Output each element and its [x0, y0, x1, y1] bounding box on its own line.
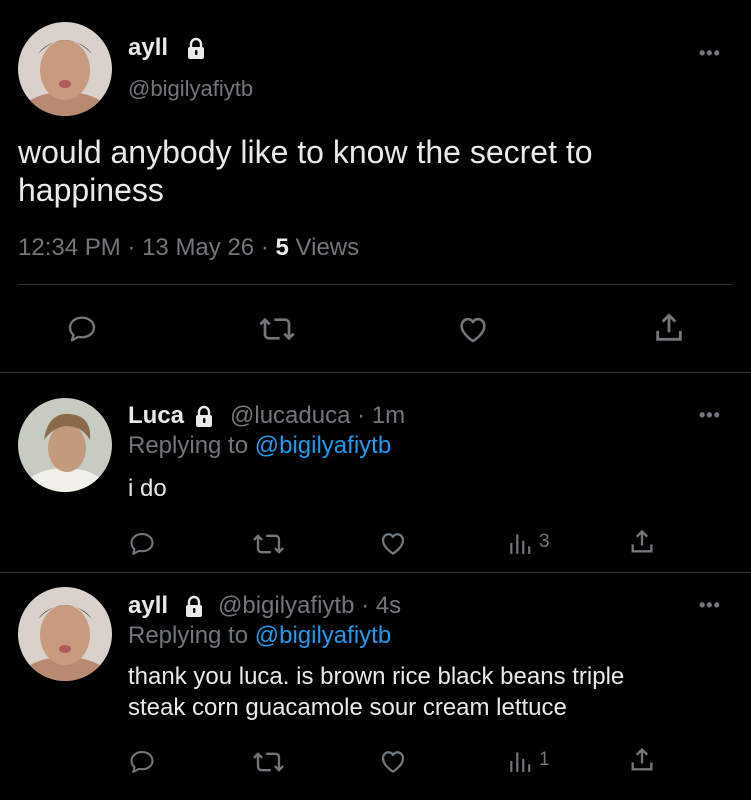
handle[interactable]: @bigilyafiytb: [218, 592, 354, 619]
divider: [0, 572, 751, 573]
reply-icon[interactable]: [128, 530, 156, 558]
tweet-text-line: would anybody like to know the secret to: [18, 134, 593, 170]
like-icon[interactable]: [378, 746, 408, 776]
display-name[interactable]: ayll: [128, 592, 168, 619]
more-icon[interactable]: •••: [699, 406, 721, 424]
meta-separator: ·: [127, 234, 136, 261]
views-label: Views: [295, 234, 360, 261]
tweet-time[interactable]: 12:34 PM: [18, 234, 121, 261]
retweet-icon[interactable]: [258, 313, 296, 345]
replying-to: Replying to @bigilyafiytb: [128, 432, 391, 460]
reply-header: ayll: [128, 592, 168, 620]
views-count: 3: [539, 531, 550, 552]
replying-handle-link[interactable]: @bigilyafiytb: [255, 622, 391, 649]
replying-handle-link[interactable]: @bigilyafiytb: [255, 432, 391, 459]
divider: [0, 372, 751, 373]
views-count: 5: [275, 234, 289, 261]
divider: [18, 284, 733, 285]
handle[interactable]: @bigilyafiytb: [128, 76, 253, 102]
tweet-meta: 12:34 PM · 13 May 26 · 5 Views: [18, 234, 359, 262]
avatar[interactable]: [18, 22, 112, 116]
timestamp[interactable]: · 1m: [357, 402, 405, 429]
avatar[interactable]: [18, 587, 112, 681]
tweet-text-line: steak corn guacamole sour cream lettuce: [128, 694, 567, 721]
tweet-text-line: happiness: [18, 172, 164, 208]
lock-icon: [182, 594, 206, 618]
reply-header: Luca: [128, 402, 184, 430]
tweet-text-line: thank you luca. is brown rice black bean…: [128, 663, 625, 690]
replying-to: Replying to @bigilyafiytb: [128, 622, 391, 650]
replying-prefix: Replying to: [128, 622, 249, 649]
lock-icon: [184, 36, 208, 60]
display-name[interactable]: ayll: [128, 34, 168, 62]
like-icon[interactable]: [456, 312, 490, 346]
replying-prefix: Replying to: [128, 432, 249, 459]
more-icon[interactable]: •••: [699, 596, 721, 614]
reply-icon[interactable]: [128, 748, 156, 776]
tweet-date[interactable]: 13 May 26: [142, 234, 254, 261]
share-icon[interactable]: [652, 311, 686, 345]
retweet-icon[interactable]: [252, 530, 285, 558]
views-icon[interactable]: [507, 530, 533, 556]
meta-separator: ·: [260, 234, 269, 261]
like-icon[interactable]: [378, 528, 408, 558]
reply-icon[interactable]: [66, 313, 98, 345]
avatar[interactable]: [18, 398, 112, 492]
display-name[interactable]: Luca: [128, 402, 184, 429]
views-icon[interactable]: [507, 748, 533, 774]
lock-icon: [192, 404, 216, 428]
share-icon[interactable]: [628, 528, 656, 556]
retweet-icon[interactable]: [252, 748, 285, 776]
tweet-text: i do: [128, 475, 167, 502]
reply-meta: @lucaduca · 1m: [230, 402, 405, 430]
more-icon[interactable]: •••: [699, 44, 721, 62]
reply-meta: @bigilyafiytb · 4s: [218, 592, 401, 620]
share-icon[interactable]: [628, 746, 656, 774]
views-count: 1: [539, 749, 550, 770]
handle[interactable]: @lucaduca: [230, 402, 350, 429]
timestamp[interactable]: · 4s: [361, 592, 401, 619]
